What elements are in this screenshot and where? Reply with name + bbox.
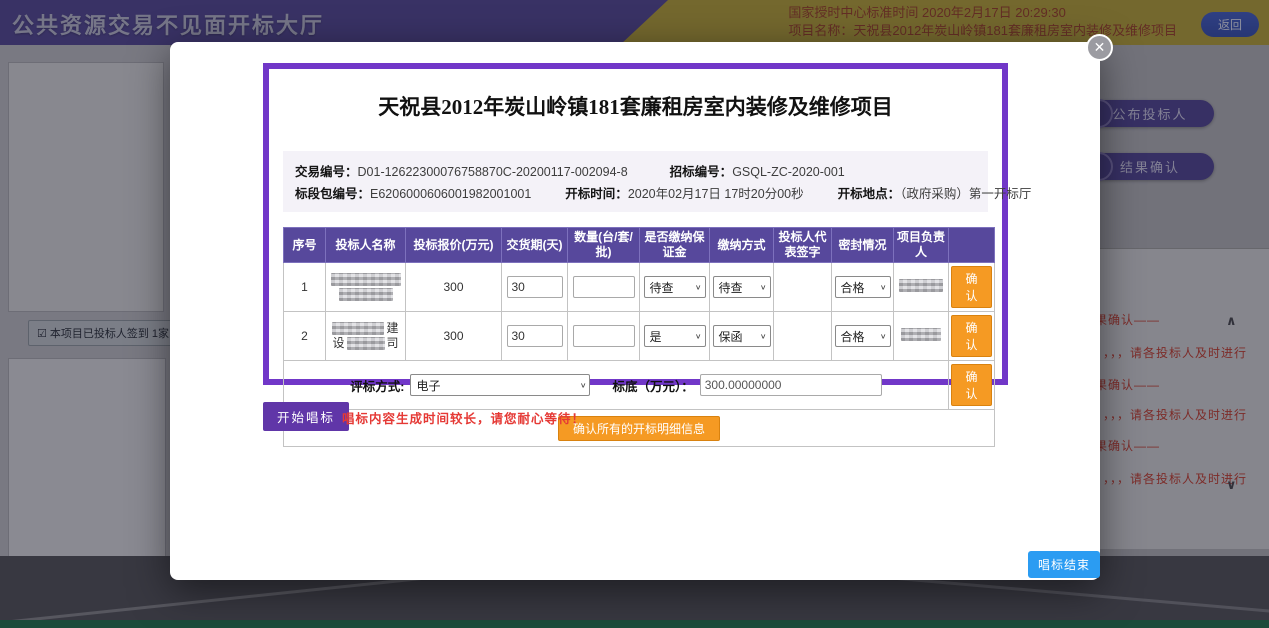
- row2-no: 2: [284, 312, 326, 361]
- package-no: 标段包编号：E6206000606001982001001: [295, 183, 531, 202]
- chevron-down-icon: ∨: [695, 283, 702, 292]
- open-time: 开标时间：2020年02月17日 17时20分00秒: [565, 183, 803, 202]
- col-bid-price: 投标报价(万元): [406, 228, 502, 263]
- info-line-2: 标段包编号：E6206000606001982001001 开标时间：2020年…: [295, 183, 976, 202]
- col-pay-method: 缴纳方式: [710, 228, 774, 263]
- mosaic-redaction: [339, 288, 393, 301]
- base-price-label: 标底（万元）：: [612, 376, 693, 395]
- bid-detail-bordered-box: 天祝县2012年炭山岭镇181套廉租房室内装修及维修项目 交易编号：D01-12…: [263, 63, 1008, 385]
- package-no-value: E6206000606001982001001: [370, 187, 531, 201]
- chevron-down-icon: ∨: [695, 332, 702, 341]
- row1-seal-select[interactable]: 合格 ∨: [835, 276, 891, 298]
- mosaic-redaction: [899, 279, 943, 292]
- col-manager: 项目负责人: [894, 228, 949, 263]
- trade-no-value: D01-12622300076758870C-20200117-002094-8: [358, 165, 628, 179]
- row2-bidder-name-redacted: 建 设 司: [326, 312, 406, 361]
- open-place-value: （政府采购）第一开标厅: [900, 187, 1031, 201]
- bid-no-value: GSQL-ZC-2020-001: [732, 165, 845, 179]
- chevron-down-icon: ∨: [760, 283, 767, 292]
- eval-method-row: 评标方式: 电子 ∨ 标底（万元）： 确认: [284, 361, 995, 410]
- chevron-down-icon: ∨: [880, 332, 887, 341]
- col-quantity: 数量(台/套/批): [568, 228, 640, 263]
- bid-opening-hall-page: 公共资源交易不见面开标大厅 国家授时中心标准时间 2020年2月17日 20:2…: [0, 0, 1269, 628]
- col-no: 序号: [284, 228, 326, 263]
- row1-seal-value: 合格: [841, 279, 865, 296]
- package-no-label: 标段包编号：: [295, 187, 370, 201]
- row2-name-fragment: 建: [386, 322, 398, 335]
- open-place-label: 开标地点：: [838, 187, 901, 201]
- bid-no-label: 招标编号：: [670, 165, 733, 179]
- bid-no: 招标编号：GSQL-ZC-2020-001: [670, 161, 845, 180]
- mosaic-redaction: [347, 337, 385, 350]
- base-price-input[interactable]: [700, 374, 882, 396]
- row2-signature-cell: [774, 312, 832, 361]
- chevron-down-icon: ∨: [580, 381, 587, 390]
- row2-seal-select[interactable]: 合格 ∨: [835, 325, 891, 347]
- row2-name-fragment: 司: [387, 337, 399, 350]
- info-line-1: 交易编号：D01-12622300076758870C-20200117-002…: [295, 161, 976, 180]
- trade-no-label: 交易编号：: [295, 165, 358, 179]
- row1-deposit-value: 待查: [650, 279, 674, 296]
- row2-manager-redacted: [894, 312, 949, 361]
- mosaic-redaction: [332, 322, 384, 335]
- row2-delivery-input[interactable]: [507, 325, 563, 347]
- row2-deposit-value: 是: [650, 328, 662, 345]
- col-bidder-name: 投标人名称: [326, 228, 406, 263]
- bid-info-panel: 交易编号：D01-12622300076758870C-20200117-002…: [283, 151, 988, 212]
- col-signature: 投标人代表签字: [774, 228, 832, 263]
- row1-pay-method-select[interactable]: 待查 ∨: [713, 276, 771, 298]
- announce-end-button[interactable]: 唱标结束: [1028, 551, 1100, 578]
- row1-deposit-select[interactable]: 待查 ∨: [644, 276, 706, 298]
- eval-confirm-button[interactable]: 确认: [951, 364, 992, 406]
- announce-warning-text: 唱标内容生成时间较长，请您耐心等待！: [342, 408, 585, 427]
- row1-bidder-name-redacted: [326, 263, 406, 312]
- trade-no: 交易编号：D01-12622300076758870C-20200117-002…: [295, 161, 628, 180]
- row1-manager-redacted: [894, 263, 949, 312]
- open-place: 开标地点：（政府采购）第一开标厅: [838, 183, 1032, 202]
- open-time-label: 开标时间：: [565, 187, 628, 201]
- row2-seal-value: 合格: [841, 328, 865, 345]
- bid-opening-detail-modal: ✕ 天祝县2012年炭山岭镇181套廉租房室内装修及维修项目 交易编号：D01-…: [170, 42, 1100, 580]
- row1-quantity-input[interactable]: [573, 276, 635, 298]
- row1-signature-cell: [774, 263, 832, 312]
- col-deposit: 是否缴纳保证金: [640, 228, 710, 263]
- eval-method-select[interactable]: 电子 ∨: [410, 374, 590, 396]
- row2-price: 300: [406, 312, 502, 361]
- row2-confirm-button[interactable]: 确认: [951, 315, 992, 357]
- col-action: [949, 228, 995, 263]
- table-row: 2 建 设司 300 是∨ 保函∨ 合格∨ 确认: [284, 312, 995, 361]
- chevron-down-icon: ∨: [760, 332, 767, 341]
- mosaic-redaction: [331, 273, 401, 286]
- close-icon[interactable]: ✕: [1086, 34, 1113, 61]
- row2-name-fragment: 设: [332, 337, 344, 350]
- mosaic-redaction: [901, 328, 941, 341]
- row2-deposit-select[interactable]: 是∨: [644, 325, 706, 347]
- start-announce-button[interactable]: 开始唱标: [263, 402, 349, 431]
- table-row: 1 300 待查 ∨ 待查 ∨ 合格 ∨ 确认: [284, 263, 995, 312]
- row1-no: 1: [284, 263, 326, 312]
- chevron-down-icon: ∨: [880, 283, 887, 292]
- open-time-value: 2020年02月17日 17时20分00秒: [628, 187, 804, 201]
- row2-quantity-input[interactable]: [573, 325, 635, 347]
- row2-pay-method-select[interactable]: 保函 ∨: [713, 325, 771, 347]
- row1-pay-method-value: 待查: [719, 279, 743, 296]
- col-delivery: 交货期(天): [502, 228, 568, 263]
- row1-delivery-input[interactable]: [507, 276, 563, 298]
- table-header-row: 序号 投标人名称 投标报价(万元) 交货期(天) 数量(台/套/批) 是否缴纳保…: [284, 228, 995, 263]
- eval-method-label: 评标方式:: [350, 376, 404, 395]
- row2-pay-method-value: 保函: [719, 328, 743, 345]
- project-title: 天祝县2012年炭山岭镇181套廉租房室内装修及维修项目: [279, 91, 992, 121]
- row1-price: 300: [406, 263, 502, 312]
- row1-confirm-button[interactable]: 确认: [951, 266, 992, 308]
- col-seal: 密封情况: [832, 228, 894, 263]
- eval-method-value: 电子: [416, 377, 440, 394]
